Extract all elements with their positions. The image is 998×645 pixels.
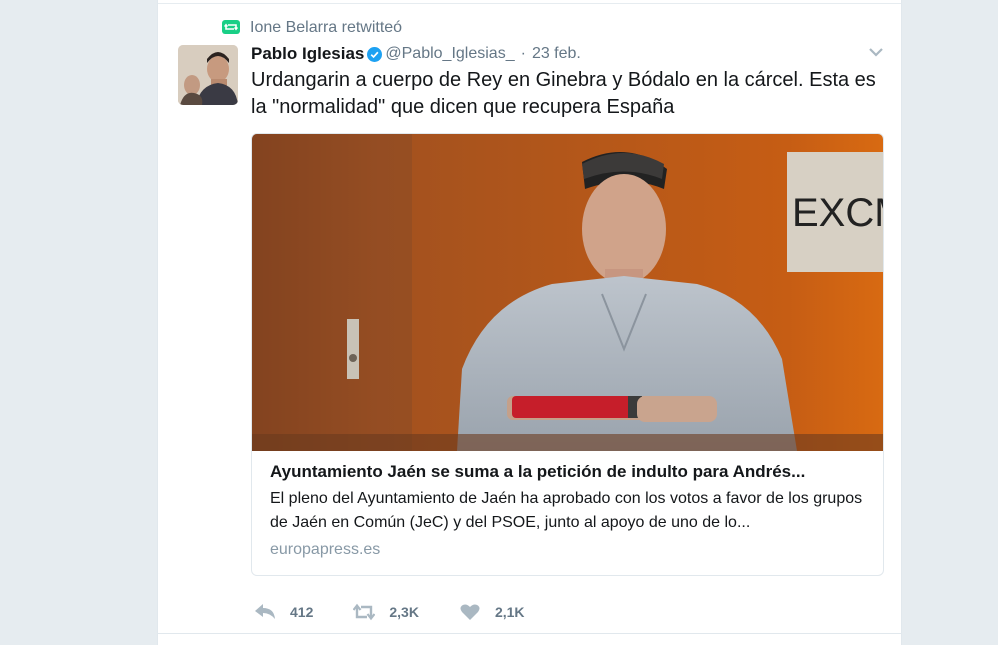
retweet-context-text[interactable]: Ione Belarra retwitteó bbox=[250, 19, 402, 37]
reply-button[interactable]: 412 bbox=[254, 603, 313, 621]
author-name[interactable]: Pablo Iglesias bbox=[251, 44, 364, 64]
card-domain[interactable]: europapress.es bbox=[270, 541, 870, 559]
divider bbox=[158, 633, 901, 634]
author-handle[interactable]: @Pablo_Iglesias_ bbox=[385, 45, 514, 63]
avatar[interactable] bbox=[178, 45, 238, 105]
timeline-column: Ione Belarra retwitteó Pablo Iglesias @P… bbox=[157, 0, 902, 645]
card-image[interactable]: EXCM bbox=[252, 134, 883, 451]
chevron-down-icon[interactable] bbox=[866, 44, 886, 60]
tweet-header: Pablo Iglesias @Pablo_Iglesias_ · 23 feb… bbox=[251, 42, 581, 66]
tweet-text: Urdangarin a cuerpo de Rey en Ginebra y … bbox=[251, 69, 876, 118]
reply-count: 412 bbox=[290, 604, 314, 620]
like-button[interactable]: 2,1K bbox=[459, 603, 525, 621]
card-body: Ayuntamiento Jaén se suma a la petición … bbox=[270, 461, 870, 559]
like-count: 2,1K bbox=[494, 604, 525, 620]
tweet-actions: 412 2,3K 2,1K bbox=[254, 602, 565, 622]
card-title[interactable]: Ayuntamiento Jaén se suma a la petición … bbox=[270, 461, 870, 483]
separator-dot: · bbox=[520, 45, 526, 62]
heart-icon bbox=[460, 604, 480, 620]
tweet-date[interactable]: 23 feb. bbox=[532, 45, 581, 63]
retweet-button[interactable]: 2,3K bbox=[353, 603, 419, 621]
card-description: El pleno del Ayuntamiento de Jaén ha apr… bbox=[270, 490, 863, 531]
retweet-count: 2,3K bbox=[389, 604, 419, 620]
card-image-sign-text: EXCM bbox=[792, 191, 883, 235]
retweet-icon bbox=[222, 20, 240, 34]
verified-badge-icon bbox=[367, 46, 383, 62]
reply-icon bbox=[255, 604, 275, 619]
retweet-icon bbox=[353, 603, 376, 621]
avatar-photo bbox=[178, 45, 238, 105]
link-card[interactable]: EXCM Ayuntamiento Jaén se suma a la peti… bbox=[251, 133, 884, 576]
divider bbox=[158, 3, 901, 4]
